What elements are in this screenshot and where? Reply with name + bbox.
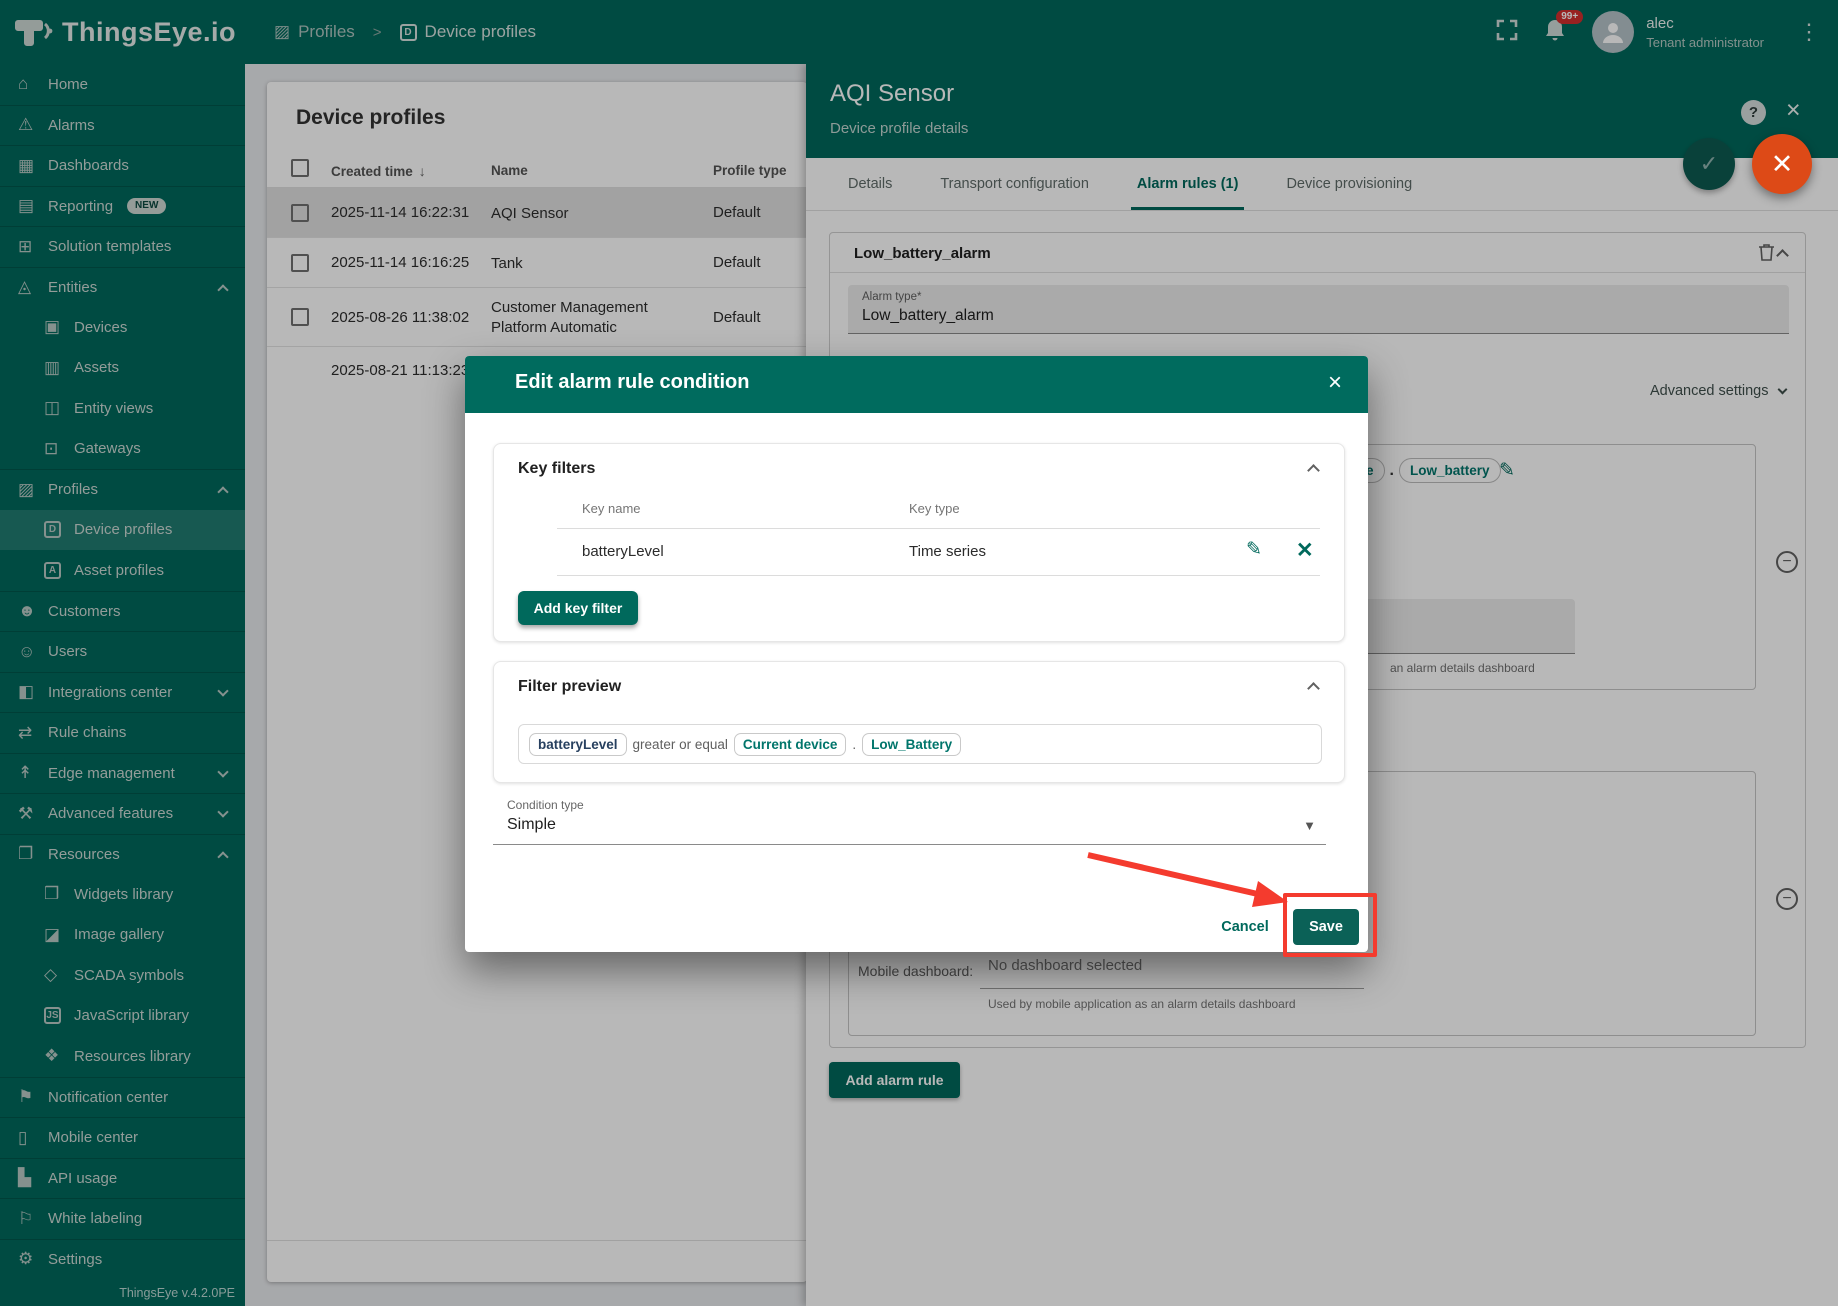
save-button[interactable]: Save: [1293, 909, 1359, 945]
edit-key-filter-icon[interactable]: ✎: [1246, 538, 1262, 561]
divider: [557, 575, 1320, 576]
condition-type-value: Simple: [507, 816, 556, 834]
divider: [557, 528, 1320, 529]
edit-alarm-rule-condition-dialog: Edit alarm rule condition × Key filters …: [465, 356, 1368, 952]
filter-preview-title: Filter preview: [518, 678, 621, 696]
entity-chip: Current device: [734, 733, 847, 756]
column-key-name: Key name: [582, 501, 641, 516]
dot-separator: .: [852, 737, 856, 752]
dropdown-arrow-icon: ▼: [1303, 818, 1316, 833]
collapse-icon[interactable]: [1307, 682, 1320, 695]
dialog-header: Edit alarm rule condition ×: [465, 356, 1368, 413]
discard-changes-fab[interactable]: ✕: [1752, 134, 1812, 194]
cancel-button[interactable]: Cancel: [1210, 909, 1280, 945]
collapse-icon[interactable]: [1307, 464, 1320, 477]
app-root: ThingsEye.io ▨ Profiles > D Device profi…: [0, 0, 1838, 1306]
key-filters-card: Key filters Key name Key type batteryLev…: [493, 443, 1345, 642]
dialog-title: Edit alarm rule condition: [515, 371, 749, 394]
key-filters-title: Key filters: [518, 460, 595, 478]
key-filter-type: Time series: [909, 543, 986, 560]
value-chip: Low_Battery: [862, 733, 961, 756]
condition-type-label: Condition type: [507, 798, 584, 812]
remove-key-filter-icon[interactable]: ✕: [1296, 538, 1314, 563]
column-key-type: Key type: [909, 501, 960, 516]
condition-type-select[interactable]: Condition type Simple ▼: [493, 796, 1326, 845]
key-chip: batteryLevel: [529, 733, 627, 756]
filter-preview-card: Filter preview batteryLevel greater or e…: [493, 661, 1345, 783]
add-key-filter-button[interactable]: Add key filter: [518, 591, 638, 625]
operation-text: greater or equal: [633, 737, 728, 752]
close-dialog-icon[interactable]: ×: [1328, 369, 1342, 397]
filter-preview-box: batteryLevel greater or equal Current de…: [518, 724, 1322, 764]
key-filter-name: batteryLevel: [582, 543, 664, 560]
